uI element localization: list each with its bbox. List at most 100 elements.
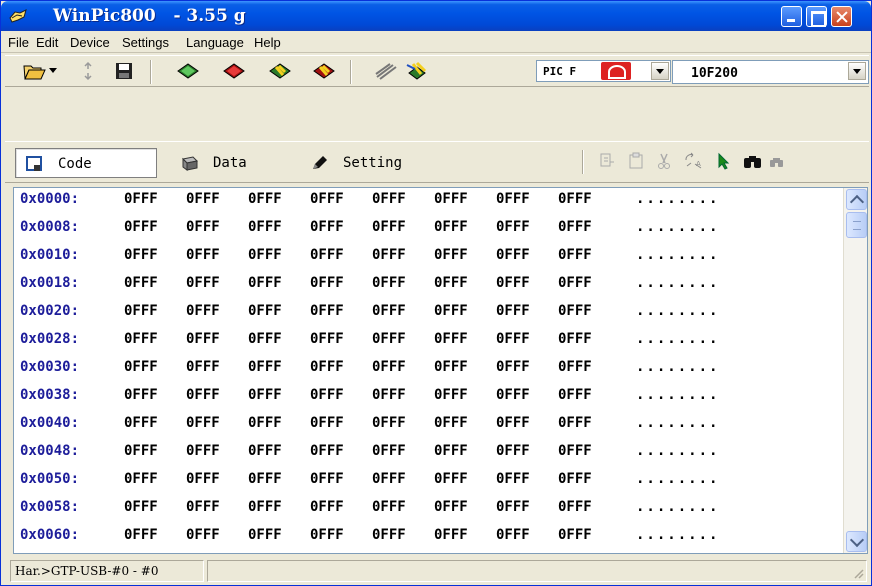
hex-word[interactable]: 0FFF (186, 527, 220, 543)
hex-word[interactable]: 0FFF (186, 471, 220, 487)
tab-setting[interactable]: Setting (301, 148, 431, 178)
hex-word[interactable]: 0FFF (558, 471, 592, 487)
hex-word[interactable]: 0FFF (186, 331, 220, 347)
hex-word[interactable]: 0FFF (124, 387, 158, 403)
open-dropdown-icon[interactable] (49, 68, 57, 76)
erase-chip-icon[interactable] (311, 61, 337, 81)
scroll-thumb[interactable] (846, 212, 867, 238)
hex-word[interactable]: 0FFF (372, 443, 406, 459)
goto-cursor-icon[interactable] (715, 152, 733, 170)
hex-word[interactable]: 0FFF (558, 499, 592, 515)
hex-row[interactable]: 0x0010: 0FFF 0FFF 0FFF 0FFF 0FFF 0FFF 0FFF 0FFF.… (14, 244, 842, 268)
hex-word[interactable]: 0FFF (124, 219, 158, 235)
hex-word[interactable]: 0FFF (558, 415, 592, 431)
hex-word[interactable]: 0FFF (434, 387, 468, 403)
hex-word[interactable]: 0FFF (186, 191, 220, 207)
hex-word[interactable]: 0FFF (558, 331, 592, 347)
menu-help[interactable]: Help (254, 35, 281, 50)
hex-word[interactable]: 0FFF (496, 499, 530, 515)
hex-word[interactable]: 0FFF (434, 247, 468, 263)
hex-word[interactable]: 0FFF (124, 527, 158, 543)
hex-word[interactable]: 0FFF (372, 191, 406, 207)
hex-word[interactable]: 0FFF (124, 499, 158, 515)
hex-row[interactable]: 0x0028: 0FFF 0FFF 0FFF 0FFF 0FFF 0FFF 0FFF 0FFF.… (14, 328, 842, 352)
hex-word[interactable]: 0FFF (372, 331, 406, 347)
hex-word[interactable]: 0FFF (186, 247, 220, 263)
hex-word[interactable]: 0FFF (124, 303, 158, 319)
device-detect-icon[interactable] (405, 61, 431, 81)
find-next-icon[interactable] (769, 152, 785, 170)
read-chip-icon[interactable] (175, 61, 201, 81)
hex-word[interactable]: 0FFF (496, 359, 530, 375)
hex-row[interactable]: 0x0038: 0FFF 0FFF 0FFF 0FFF 0FFF 0FFF 0FFF 0FFF.… (14, 384, 842, 408)
hex-word[interactable]: 0FFF (124, 415, 158, 431)
hex-word[interactable]: 0FFF (124, 359, 158, 375)
hex-row[interactable]: 0x0000: 0FFF 0FFF 0FFF 0FFF 0FFF 0FFF 0FFF 0FFF.… (14, 188, 842, 212)
chevron-down-icon[interactable] (848, 62, 866, 80)
hex-word[interactable]: 0FFF (248, 219, 282, 235)
hex-word[interactable]: 0FFF (124, 247, 158, 263)
hex-word[interactable]: 0FFF (496, 443, 530, 459)
hex-word[interactable]: 0FFF (496, 471, 530, 487)
hex-word[interactable]: 0FFF (372, 359, 406, 375)
hex-word[interactable]: 0FFF (124, 275, 158, 291)
hex-word[interactable]: 0FFF (372, 247, 406, 263)
minimize-icon[interactable] (781, 6, 802, 27)
hex-word[interactable]: 0FFF (248, 303, 282, 319)
hex-word[interactable]: 0FFF (248, 443, 282, 459)
hex-word[interactable]: 0FFF (434, 303, 468, 319)
family-select[interactable]: PIC F (536, 60, 671, 82)
program-chip-icon[interactable] (221, 61, 247, 81)
hex-word[interactable]: 0FFF (310, 387, 344, 403)
menu-edit[interactable]: Edit (36, 35, 58, 50)
hex-word[interactable]: 0FFF (496, 415, 530, 431)
hex-row[interactable]: 0x0050: 0FFF 0FFF 0FFF 0FFF 0FFF 0FFF 0FFF 0FFF.… (14, 468, 842, 492)
hex-word[interactable]: 0FFF (558, 359, 592, 375)
hex-word[interactable]: 0FFF (186, 387, 220, 403)
menu-file[interactable]: File (8, 35, 29, 50)
fill-icon[interactable]: A (683, 152, 705, 170)
hex-word[interactable]: 0FFF (496, 247, 530, 263)
hex-word[interactable]: 0FFF (248, 499, 282, 515)
open-folder-icon[interactable] (23, 61, 47, 81)
hex-word[interactable]: 0FFF (496, 219, 530, 235)
code-hex-view[interactable]: 0x0000: 0FFF 0FFF 0FFF 0FFF 0FFF 0FFF 0FFF 0FFF.… (13, 187, 868, 554)
hex-word[interactable]: 0FFF (372, 219, 406, 235)
resize-grip-icon[interactable] (852, 567, 864, 579)
scroll-down-icon[interactable] (846, 531, 867, 552)
hex-row[interactable]: 0x0030: 0FFF 0FFF 0FFF 0FFF 0FFF 0FFF 0FFF 0FFF.… (14, 356, 842, 380)
hex-word[interactable]: 0FFF (248, 415, 282, 431)
paste-disabled-icon[interactable] (627, 152, 645, 170)
hex-word[interactable]: 0FFF (372, 471, 406, 487)
hex-word[interactable]: 0FFF (558, 219, 592, 235)
hex-word[interactable]: 0FFF (434, 359, 468, 375)
hex-word[interactable]: 0FFF (248, 471, 282, 487)
menu-settings[interactable]: Settings (122, 35, 169, 50)
hex-word[interactable]: 0FFF (248, 275, 282, 291)
tab-code[interactable]: Code (15, 148, 157, 178)
hex-word[interactable]: 0FFF (496, 387, 530, 403)
hex-word[interactable]: 0FFF (372, 527, 406, 543)
menu-language[interactable]: Language (186, 35, 244, 50)
hex-word[interactable]: 0FFF (248, 359, 282, 375)
hex-word[interactable]: 0FFF (310, 471, 344, 487)
hex-word[interactable]: 0FFF (558, 443, 592, 459)
hex-word[interactable]: 0FFF (496, 303, 530, 319)
hex-word[interactable]: 0FFF (372, 303, 406, 319)
maximize-icon[interactable] (806, 6, 827, 27)
hex-word[interactable]: 0FFF (558, 191, 592, 207)
find-icon[interactable] (743, 152, 763, 170)
hex-word[interactable]: 0FFF (248, 387, 282, 403)
hex-word[interactable]: 0FFF (186, 499, 220, 515)
close-icon[interactable] (831, 6, 852, 27)
hex-word[interactable]: 0FFF (310, 219, 344, 235)
hex-word[interactable]: 0FFF (186, 415, 220, 431)
hex-word[interactable]: 0FFF (186, 275, 220, 291)
hex-word[interactable]: 0FFF (558, 387, 592, 403)
hex-word[interactable]: 0FFF (372, 275, 406, 291)
hex-word[interactable]: 0FFF (372, 499, 406, 515)
hex-word[interactable]: 0FFF (372, 415, 406, 431)
hex-word[interactable]: 0FFF (496, 527, 530, 543)
hex-word[interactable]: 0FFF (372, 387, 406, 403)
hex-word[interactable]: 0FFF (124, 331, 158, 347)
